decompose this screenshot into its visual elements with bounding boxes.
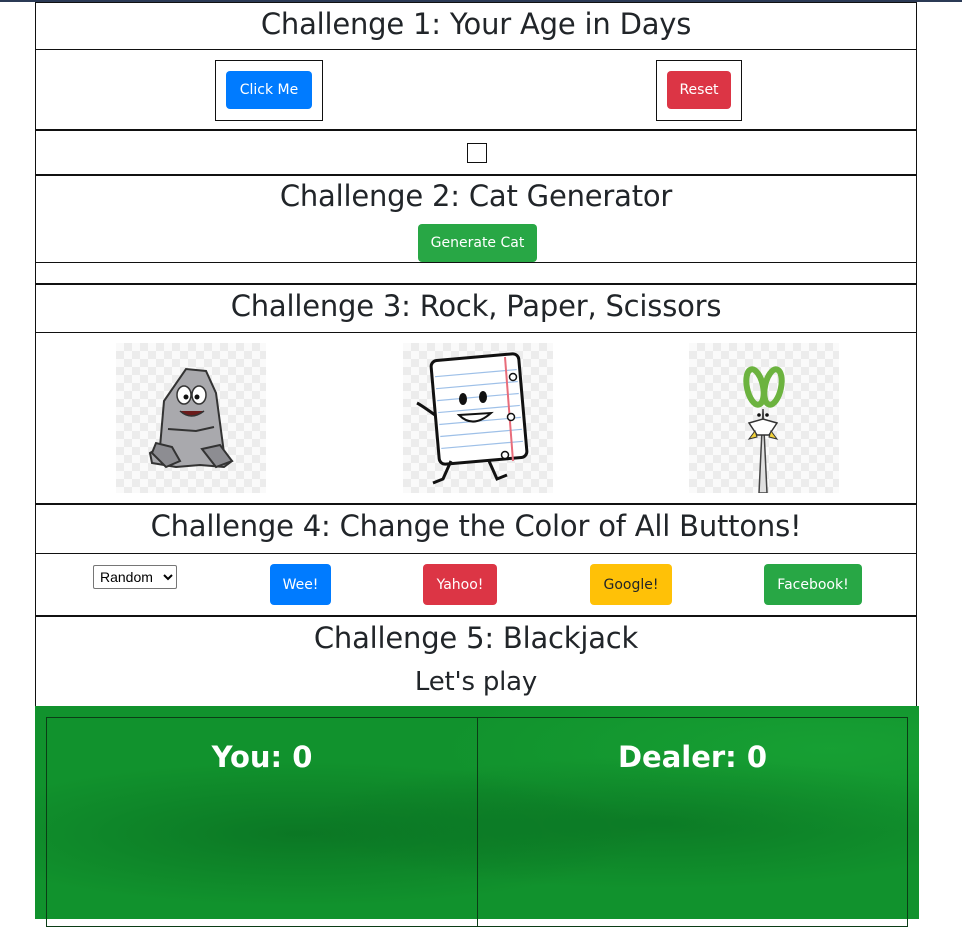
generate-cat-button[interactable]: Generate Cat (418, 224, 537, 262)
challenge1-controls: Click Me Reset (35, 49, 917, 131)
reset-button[interactable]: Reset (667, 71, 731, 109)
challenge4-header: Challenge 4: Change the Color of All But… (35, 504, 917, 554)
click-me-button[interactable]: Click Me (226, 71, 312, 109)
click-me-frame: Click Me (215, 60, 323, 121)
dealer-score: Dealer: 0 (617, 740, 768, 774)
paper-image[interactable] (403, 343, 553, 493)
player-box: You: 0 (46, 717, 478, 927)
scissors-image[interactable] (689, 343, 839, 494)
challenge2-section: Challenge 2: Cat Generator Generate Cat (35, 175, 917, 263)
challenge4-controls: Random Wee! Yahoo! Google! Facebook! (35, 553, 917, 617)
wee-button[interactable]: Wee! (270, 564, 331, 605)
lets-play-subtitle: Let's play (414, 667, 538, 697)
challenge5-header: Challenge 5: Blackjack Let's play (35, 616, 917, 708)
google-button[interactable]: Google! (590, 564, 672, 605)
color-select[interactable]: Random (93, 565, 177, 589)
challenge1-title: Challenge 1: Your Age in Days (260, 7, 692, 41)
challenge3-header: Challenge 3: Rock, Paper, Scissors (35, 284, 917, 333)
rock-icon (148, 367, 234, 469)
rock-image[interactable] (116, 343, 266, 493)
facebook-button[interactable]: Facebook! (764, 564, 862, 605)
challenge3-title: Challenge 3: Rock, Paper, Scissors (230, 289, 722, 323)
scissors-icon (743, 366, 785, 494)
player-score: You: 0 (211, 740, 313, 774)
reset-frame: Reset (656, 60, 742, 121)
challenge2-title: Challenge 2: Cat Generator (279, 179, 673, 213)
paper-icon (416, 352, 529, 485)
challenge4-title: Challenge 4: Change the Color of All But… (150, 509, 802, 543)
dealer-box: Dealer: 0 (477, 717, 908, 927)
challenge1-result (35, 130, 917, 176)
challenge1-header: Challenge 1: Your Age in Days (35, 2, 917, 50)
result-box (467, 143, 487, 163)
cat-container (35, 262, 917, 285)
challenge5-title: Challenge 5: Blackjack (313, 621, 639, 655)
rps-container (35, 332, 917, 505)
blackjack-table: You: 0 Dealer: 0 (35, 706, 919, 927)
yahoo-button[interactable]: Yahoo! (423, 564, 497, 605)
